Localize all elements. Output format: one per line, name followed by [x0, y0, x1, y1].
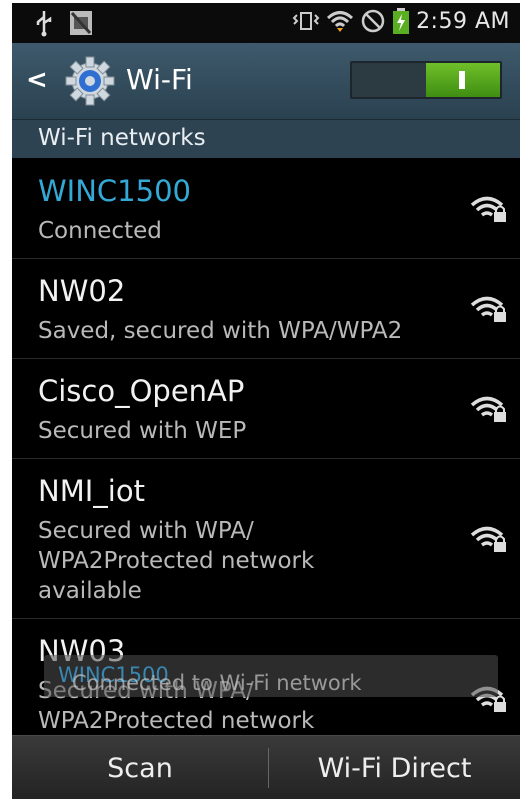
wifi-direct-button[interactable]: Wi-Fi Direct [269, 736, 520, 799]
network-item-cisco-openap[interactable]: Cisco_OpenAP Secured with WEP [12, 358, 520, 459]
toggle-on-indicator [426, 63, 500, 97]
network-status: Connected [38, 218, 162, 244]
network-name: NMI_iot [38, 474, 145, 508]
network-status: Secured with WEP [38, 418, 247, 444]
wifi-secured-icon [470, 396, 506, 422]
network-item-winc1500[interactable]: WINC1500 Connected [12, 158, 520, 259]
toast-text: Connected to Wi-Fi network WINC1500 [58, 663, 362, 695]
wifi-secured-icon [470, 296, 506, 322]
status-bar: 2:59 AM [12, 3, 520, 43]
usb-icon [36, 11, 52, 37]
back-chevron-icon[interactable]: < [26, 65, 48, 95]
battery-charging-icon [393, 8, 410, 34]
section-header-label: Wi-Fi networks [38, 125, 206, 151]
no-sim-icon [70, 11, 92, 35]
network-status: Saved, secured with WPA/WPA2 [38, 318, 403, 344]
status-time: 2:59 AM [416, 8, 510, 34]
wifi-secured-icon [470, 526, 506, 552]
network-item-nmi-iot[interactable]: NMI_iot Secured with WPA/ WPA2Protected … [12, 458, 520, 619]
bottom-action-bar: Scan Wi-Fi Direct [12, 735, 520, 799]
settings-gear-icon[interactable] [62, 53, 118, 109]
toast-message: Connected to Wi-Fi network WINC1500 [44, 655, 498, 697]
status-right-icons: 2:59 AM [292, 7, 510, 35]
wifi-secured-icon [470, 196, 506, 222]
network-name: Cisco_OpenAP [38, 374, 245, 408]
vibrate-icon [292, 12, 320, 30]
page-title: Wi-Fi [126, 63, 193, 96]
block-icon [361, 9, 385, 33]
wifi-status-icon [327, 11, 354, 32]
wifi-toggle-switch[interactable] [350, 61, 502, 99]
status-left-icons [34, 9, 94, 37]
network-status: Secured with WPA/ WPA2Protected network … [38, 518, 315, 604]
network-item-nw02[interactable]: NW02 Saved, secured with WPA/WPA2 [12, 258, 520, 359]
scan-button[interactable]: Scan [12, 736, 268, 799]
network-name: WINC1500 [38, 174, 191, 208]
toast-prefix: Connected to Wi-Fi network [72, 671, 362, 695]
phone-screen: 2:59 AM < Wi-Fi Wi-Fi networks WINC1500 … [12, 3, 520, 799]
action-bar: < Wi-Fi [12, 43, 520, 120]
section-header: Wi-Fi networks [12, 120, 520, 158]
network-name: NW02 [38, 274, 126, 308]
